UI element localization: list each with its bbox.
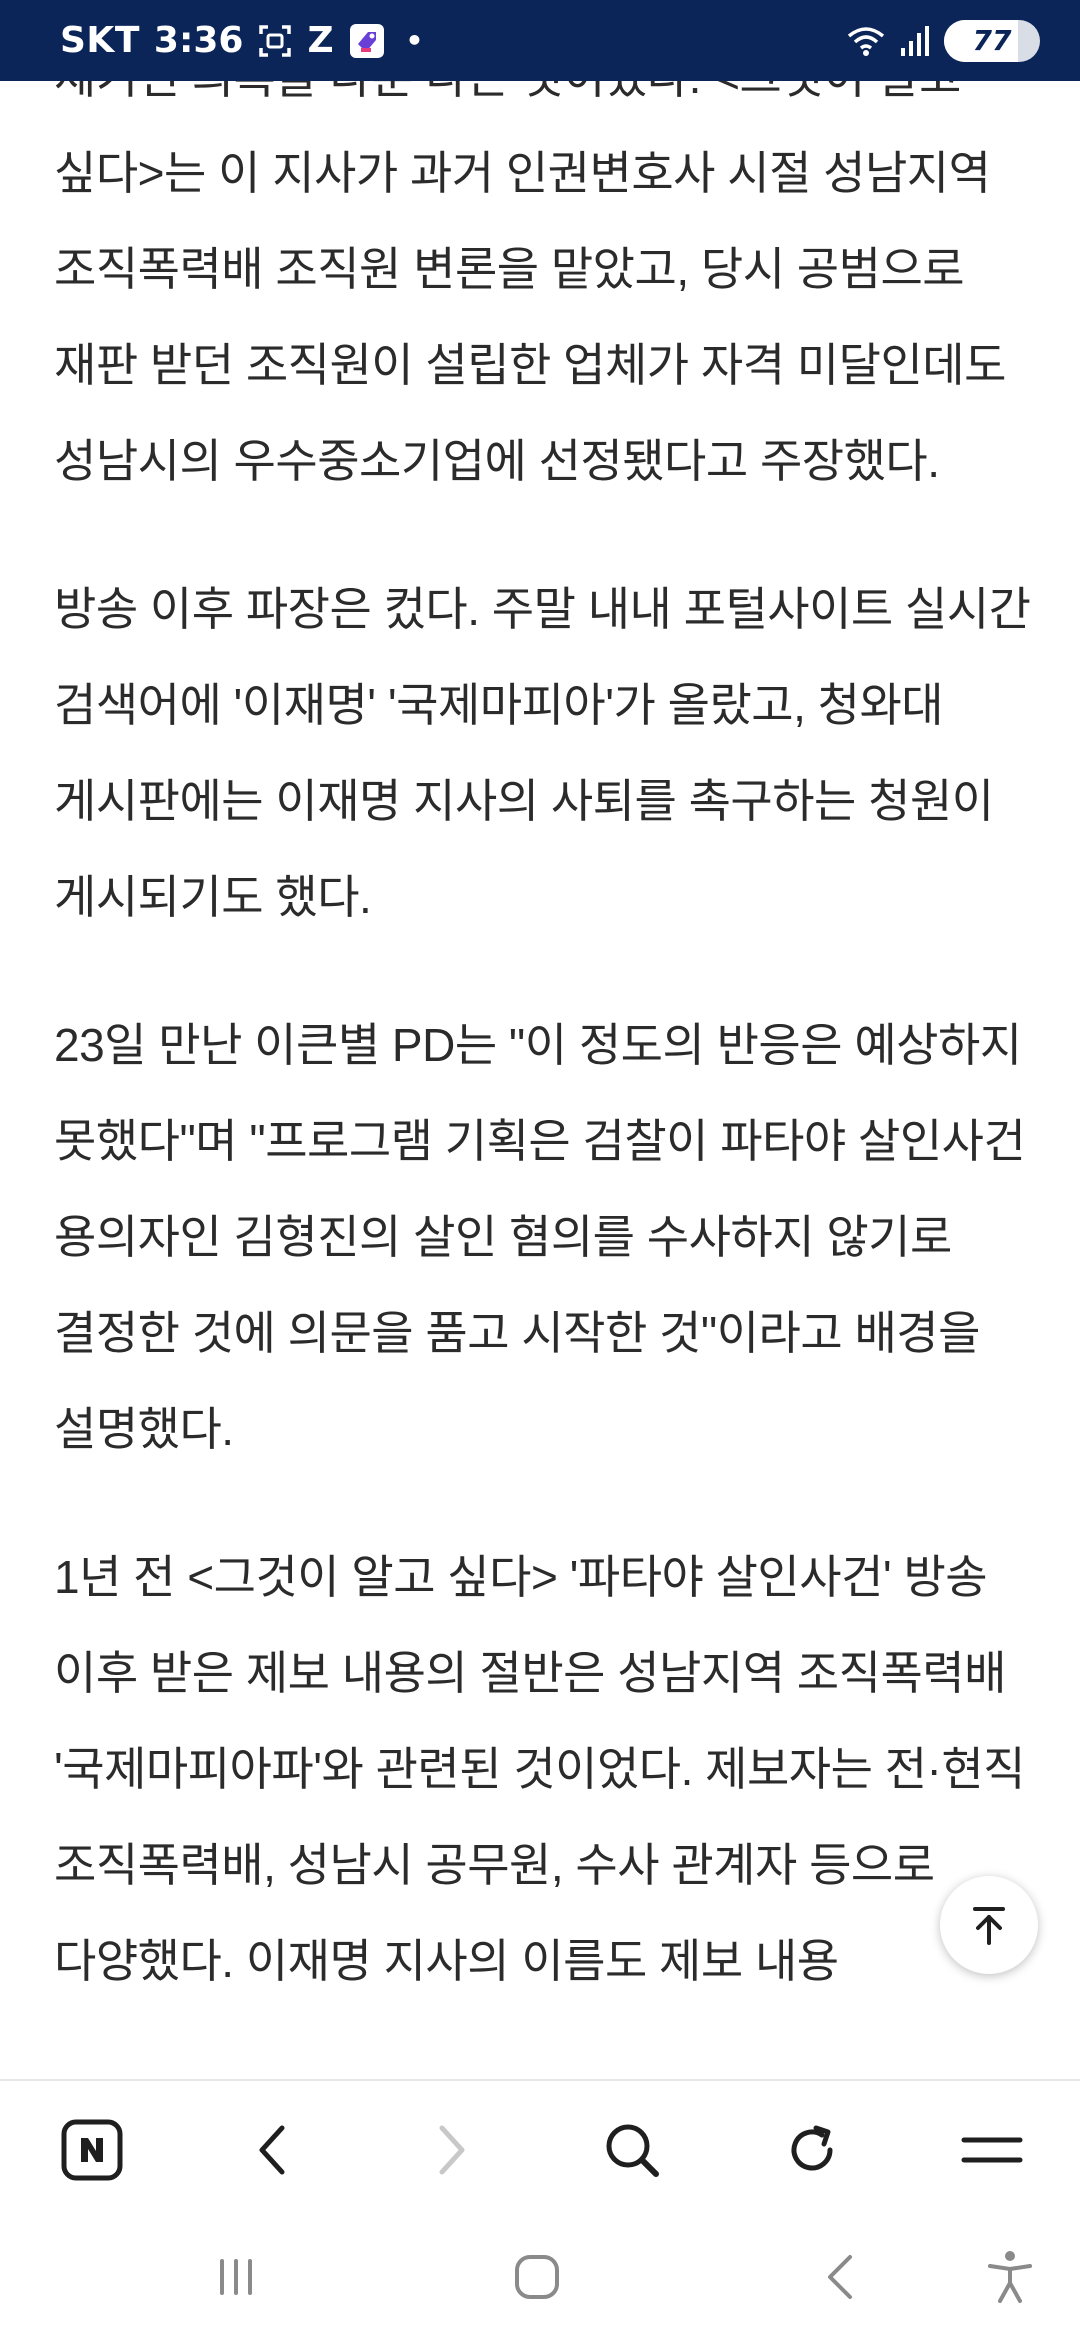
scroll-to-top-button[interactable] xyxy=(940,1876,1038,1974)
status-left: SKT 3:36 Z • xyxy=(60,0,423,81)
home-button[interactable] xyxy=(497,2237,577,2317)
carrier-label: SKT xyxy=(60,20,140,61)
article-content: 제기된 의혹을 다룬 다는 것이었다. <그것이 알고 싶다>는 이 지사가 과… xyxy=(0,81,1080,2061)
forward-button[interactable] xyxy=(412,2110,492,2190)
back-icon xyxy=(828,2255,852,2299)
home-icon xyxy=(515,2255,559,2299)
recent-apps-icon xyxy=(220,2259,252,2295)
reload-icon xyxy=(791,2125,833,2171)
search-button[interactable] xyxy=(592,2110,672,2190)
search-icon xyxy=(606,2124,659,2177)
signal-icon xyxy=(900,24,930,58)
z-app-icon: Z xyxy=(307,20,334,61)
article-paragraph: 제기된 의혹을 다룬 다는 것이었다. <그것이 알고 싶다>는 이 지사가 과… xyxy=(54,81,1006,487)
naver-n-icon xyxy=(61,2119,123,2181)
status-bar: SKT 3:36 Z • 77 xyxy=(0,0,1080,81)
hamburger-icon xyxy=(961,2137,1023,2163)
screenshot-icon xyxy=(257,23,293,59)
accessibility-icon xyxy=(988,2251,1032,2303)
recent-apps-button[interactable] xyxy=(196,2237,276,2317)
arrow-up-icon xyxy=(973,1907,1005,1945)
back-button[interactable] xyxy=(232,2110,312,2190)
status-right: 77 xyxy=(846,0,1040,81)
article-paragraph: 23일 만난 이큰별 PD는 "이 정도의 반응은 예상하지 못했다"며 "프로… xyxy=(54,1019,1026,1455)
menu-button[interactable] xyxy=(952,2110,1032,2190)
chevron-right-icon xyxy=(439,2125,465,2175)
chevron-left-icon xyxy=(259,2125,285,2175)
tag-app-icon xyxy=(348,22,386,60)
wifi-icon xyxy=(846,24,886,58)
clock: 3:36 xyxy=(153,20,244,61)
naver-home-button[interactable] xyxy=(52,2110,132,2190)
notification-dot: • xyxy=(405,24,424,57)
accessibility-button[interactable] xyxy=(970,2237,1050,2317)
system-nav-bar xyxy=(0,2219,1080,2340)
browser-toolbar xyxy=(0,2079,1080,2219)
article-paragraph: 방송 이후 파장은 컸다. 주말 내내 포털사이트 실시간 검색어에 '이재명'… xyxy=(54,583,1031,923)
battery-icon: 77 xyxy=(944,19,1040,62)
article-body[interactable]: 제기된 의혹을 다룬 다는 것이었다. <그것이 알고 싶다>는 이 지사가 과… xyxy=(0,81,1080,2079)
reload-button[interactable] xyxy=(772,2110,852,2190)
battery-level: 77 xyxy=(972,24,1012,57)
system-back-button[interactable] xyxy=(800,2237,880,2317)
article-paragraph: 1년 전 <그것이 알고 싶다> '파타야 살인사건' 방송 이후 받은 제보 … xyxy=(54,1551,1026,1987)
